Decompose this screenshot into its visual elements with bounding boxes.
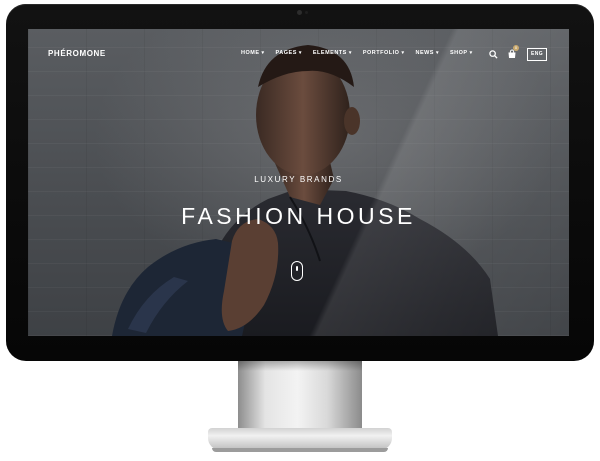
hero-subtitle: LUXURY BRANDS	[254, 175, 343, 184]
monitor-stand-base-edge	[212, 448, 388, 452]
monitor-stand-neck	[238, 361, 362, 433]
main-nav: HOME ▾ PAGES ▾ ELEMENTS ▾ PORTFOLIO ▾ NE…	[241, 50, 484, 56]
nav-item-label: SHOP	[449, 50, 468, 56]
chevron-down-icon: ▾	[401, 50, 405, 56]
webcam-icon	[297, 10, 302, 15]
nav-item-pages[interactable]: PAGES ▾	[276, 50, 302, 56]
monitor-stand-base	[208, 428, 392, 450]
nav-item-label: ELEMENTS	[312, 50, 347, 56]
nav-item-shop[interactable]: SHOP ▾	[450, 50, 473, 56]
chevron-down-icon: ▾	[435, 50, 439, 56]
hero-title: FASHION HOUSE	[181, 203, 416, 229]
scroll-wheel-icon	[296, 266, 298, 271]
monitor-screen: PHÉROMONE HOME ▾ PAGES ▾ ELEMENTS ▾ PORT…	[28, 29, 569, 336]
nav-item-label: PAGES	[275, 50, 297, 56]
site-logo[interactable]: PHÉROMONE	[48, 49, 106, 58]
scroll-down-indicator[interactable]	[291, 261, 303, 281]
webcam-sensor	[305, 11, 308, 14]
chevron-down-icon: ▾	[469, 50, 473, 56]
chevron-down-icon: ▾	[298, 50, 302, 56]
nav-item-news[interactable]: NEWS ▾	[415, 50, 439, 56]
search-icon[interactable]	[489, 50, 498, 59]
language-selector[interactable]: ENG	[527, 48, 547, 61]
nav-item-elements[interactable]: ELEMENTS ▾	[313, 50, 352, 56]
nav-item-home[interactable]: HOME ▾	[241, 50, 265, 56]
monitor-stand-shadow	[238, 361, 362, 371]
nav-item-portfolio[interactable]: PORTFOLIO ▾	[363, 50, 405, 56]
cart-count-badge: 0	[513, 45, 519, 51]
nav-item-label: NEWS	[415, 50, 434, 56]
chevron-down-icon: ▾	[261, 50, 265, 56]
nav-item-label: HOME	[241, 50, 260, 56]
nav-item-label: PORTFOLIO	[362, 50, 400, 56]
chevron-down-icon: ▾	[348, 50, 352, 56]
